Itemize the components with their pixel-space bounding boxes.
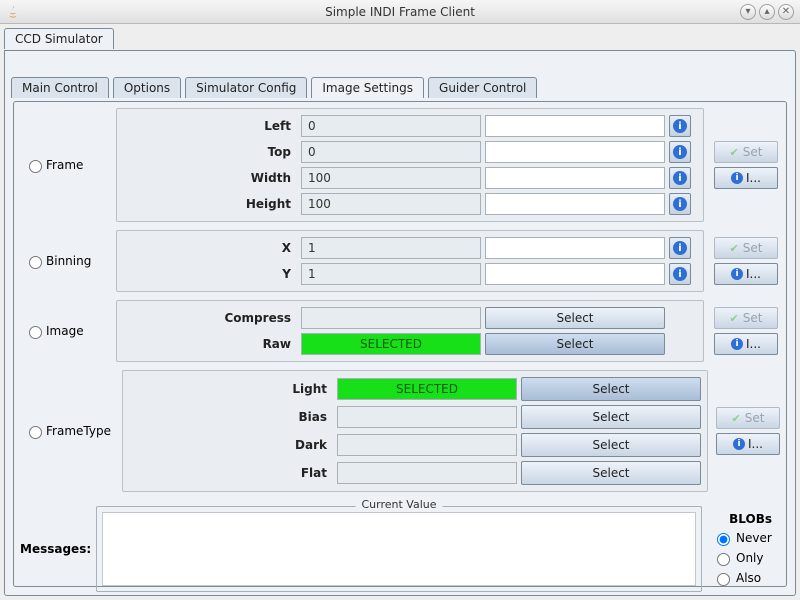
label-y: Y: [123, 267, 297, 281]
value-y: 1: [301, 263, 481, 285]
info-frame-button[interactable]: iI...: [714, 167, 778, 189]
select-light[interactable]: Select: [521, 377, 701, 401]
label-height: Height: [123, 197, 297, 211]
input-x[interactable]: [485, 237, 665, 259]
value-width: 100: [301, 167, 481, 189]
label-raw: Raw: [123, 337, 297, 351]
input-height[interactable]: [485, 193, 665, 215]
info-height[interactable]: i: [669, 193, 691, 215]
value-x: 1: [301, 237, 481, 259]
image-settings-panel: Frame Left0i Top0i Width100i Height100i …: [13, 101, 787, 587]
current-value-frame: Current Value: [96, 506, 702, 592]
select-bias[interactable]: Select: [521, 405, 701, 429]
set-frametype-button[interactable]: ✔Set: [716, 407, 780, 429]
set-frame-button[interactable]: ✔Set: [714, 141, 778, 163]
binning-group: X1 i Y1 i: [116, 230, 704, 292]
select-compress[interactable]: Select: [485, 307, 665, 329]
window-title: Simple INDI Frame Client: [0, 5, 800, 19]
input-y[interactable]: [485, 263, 665, 285]
messages-label: Messages:: [20, 506, 90, 592]
info-frametype-button[interactable]: iI...: [716, 433, 780, 455]
state-light: SELECTED: [337, 378, 517, 400]
radio-image[interactable]: [29, 326, 42, 339]
group-label-frametype: FrameType: [46, 424, 111, 438]
group-label-frame: Frame: [46, 158, 83, 172]
tab-options[interactable]: Options: [113, 77, 181, 98]
tab-guider-control[interactable]: Guider Control: [428, 77, 537, 98]
tab-ccd-simulator[interactable]: CCD Simulator: [4, 28, 114, 49]
blob-only[interactable]: Only: [710, 550, 778, 566]
value-left: 0: [301, 115, 481, 137]
set-binning-button[interactable]: ✔Set: [714, 237, 778, 259]
set-image-button[interactable]: ✔Set: [714, 307, 778, 329]
info-left[interactable]: i: [669, 115, 691, 137]
radio-binning[interactable]: [29, 256, 42, 269]
blobs-panel: BLOBs Never Only Also: [708, 506, 780, 592]
radio-frametype[interactable]: [29, 426, 42, 439]
group-label-image: Image: [46, 324, 84, 338]
state-flat: [337, 462, 517, 484]
value-top: 0: [301, 141, 481, 163]
input-left[interactable]: [485, 115, 665, 137]
label-width: Width: [123, 171, 297, 185]
blobs-title: BLOBs: [710, 512, 778, 526]
input-top[interactable]: [485, 141, 665, 163]
messages-textarea[interactable]: [102, 512, 696, 586]
info-y[interactable]: i: [669, 263, 691, 285]
label-x: X: [123, 241, 297, 255]
select-flat[interactable]: Select: [521, 461, 701, 485]
frame-group: Left 0 i Top 0 i Width 100 i Height 100 i: [116, 108, 704, 222]
label-flat: Flat: [129, 466, 333, 480]
label-bias: Bias: [129, 410, 333, 424]
frametype-group: LightSELECTEDSelect BiasSelect DarkSelec…: [122, 370, 708, 492]
radio-frame[interactable]: [29, 160, 42, 173]
tab-image-settings[interactable]: Image Settings: [311, 77, 424, 98]
info-width[interactable]: i: [669, 167, 691, 189]
info-x[interactable]: i: [669, 237, 691, 259]
select-dark[interactable]: Select: [521, 433, 701, 457]
group-label-binning: Binning: [46, 254, 91, 268]
inner-tabbar: Main Control Options Simulator Config Im…: [11, 77, 789, 98]
tab-simulator-config[interactable]: Simulator Config: [185, 77, 307, 98]
state-compress: [301, 307, 481, 329]
label-compress: Compress: [123, 311, 297, 325]
info-binning-button[interactable]: iI...: [714, 263, 778, 285]
tab-main-control[interactable]: Main Control: [11, 77, 109, 98]
blob-never[interactable]: Never: [710, 530, 778, 546]
value-height: 100: [301, 193, 481, 215]
info-image-button[interactable]: iI...: [714, 333, 778, 355]
state-bias: [337, 406, 517, 428]
window-titlebar: Simple INDI Frame Client ▾ ▴ ✕: [0, 0, 800, 24]
label-dark: Dark: [129, 438, 333, 452]
select-raw[interactable]: Select: [485, 333, 665, 355]
info-top[interactable]: i: [669, 141, 691, 163]
label-light: Light: [129, 382, 333, 396]
image-group: Compress Select Raw SELECTEDSelect: [116, 300, 704, 362]
state-dark: [337, 434, 517, 456]
input-width[interactable]: [485, 167, 665, 189]
state-raw: SELECTED: [301, 333, 481, 355]
blob-also[interactable]: Also: [710, 570, 778, 586]
outer-tabbar: CCD Simulator: [4, 28, 796, 49]
label-left: Left: [123, 119, 297, 133]
label-top: Top: [123, 145, 297, 159]
current-value-title: Current Value: [355, 498, 442, 511]
